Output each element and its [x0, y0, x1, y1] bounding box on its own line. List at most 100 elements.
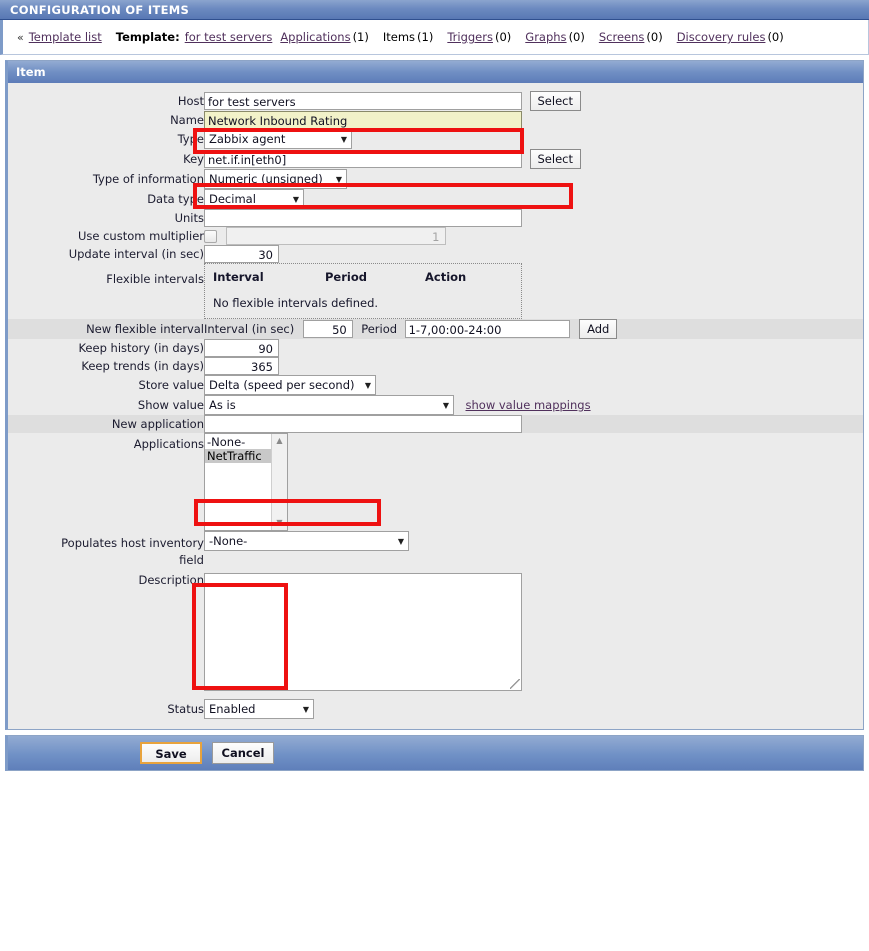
form-row-keep-history: Keep history (in days) 90 — [8, 339, 863, 357]
breadcrumb-count-discovery-rules: (0) — [767, 30, 784, 44]
flexible-intervals-empty-text: No flexible intervals defined. — [213, 296, 379, 310]
form-row-keep-trends: Keep trends (in days) 365 — [8, 357, 863, 375]
host-inventory-label-line1: Populates host inventory — [61, 536, 204, 550]
name-label: Name — [170, 113, 204, 127]
form-row-new-flexible-interval: New flexible interval Interval (in sec) … — [8, 319, 863, 339]
breadcrumb-template-label: Template: — [115, 30, 180, 44]
keep-trends-input[interactable]: 365 — [204, 357, 279, 375]
applications-scrollbar[interactable]: ▲ ▼ — [271, 434, 287, 530]
key-select-button[interactable]: Select — [529, 149, 581, 169]
custom-multiplier-input[interactable]: 1 — [225, 227, 446, 245]
host-inventory-label-line2: field — [179, 553, 204, 567]
form-row-custom-multiplier: Use custom multiplier 1 — [8, 227, 863, 245]
new-application-label: New application — [8, 415, 204, 433]
applications-options: -None- NetTraffic — [205, 434, 271, 530]
data-type-select[interactable]: Decimal — [204, 189, 304, 209]
type-label: Type — [177, 132, 204, 146]
form-row-update-interval: Update interval (in sec) 30 — [8, 245, 863, 263]
type-select[interactable]: Zabbix agent — [204, 129, 352, 149]
name-input[interactable]: Network Inbound Rating — [204, 111, 522, 129]
cancel-button[interactable]: Cancel — [212, 742, 274, 764]
applications-listbox[interactable]: -None- NetTraffic ▲ ▼ — [204, 433, 288, 531]
form-row-show-value: Show value As is show value mappings — [8, 395, 863, 415]
scroll-down-icon[interactable]: ▼ — [276, 516, 282, 530]
new-flexible-interval-label: New flexible interval — [8, 319, 204, 339]
breadcrumb-link-graphs[interactable]: Graphs — [525, 30, 566, 44]
save-button[interactable]: Save — [140, 742, 202, 764]
page-title-bar: CONFIGURATION OF ITEMS — [0, 0, 869, 20]
form-row-units: Units — [8, 209, 863, 227]
breadcrumb-count-triggers: (0) — [494, 30, 512, 44]
show-value-mappings-link[interactable]: show value mappings — [466, 398, 591, 412]
breadcrumb-current-items: Items — [382, 30, 416, 44]
applications-option-nettraffic[interactable]: NetTraffic — [205, 449, 271, 463]
store-value-select[interactable]: Delta (speed per second) — [204, 375, 376, 395]
form-row-new-application: New application — [8, 415, 863, 433]
breadcrumb: « Template list Template: for test serve… — [0, 20, 869, 55]
breadcrumb-link-applications[interactable]: Applications — [280, 30, 350, 44]
configuration-of-items-page: CONFIGURATION OF ITEMS « Template list T… — [0, 0, 869, 951]
form-row-description: Description — [8, 569, 863, 691]
units-input[interactable] — [204, 209, 522, 227]
breadcrumb-count-screens: (0) — [646, 30, 663, 44]
item-panel-header: Item — [8, 61, 863, 83]
form-row-status: Status Enabled — [8, 691, 863, 719]
form-row-type-of-information: Type of information Numeric (unsigned) — [8, 169, 863, 189]
breadcrumb-link-template-list[interactable]: Template list — [29, 30, 102, 44]
applications-label: Applications — [133, 437, 204, 451]
show-value-select[interactable]: As is — [204, 395, 454, 415]
custom-multiplier-checkbox[interactable] — [204, 229, 217, 243]
back-chevron-icon[interactable]: « — [17, 31, 24, 44]
description-label: Description — [138, 573, 205, 587]
item-panel-title: Item — [16, 65, 46, 79]
applications-option-none[interactable]: -None- — [205, 435, 271, 449]
new-flexible-interval-add-button[interactable]: Add — [579, 319, 618, 339]
form-row-host: Host for test servers Select — [8, 91, 863, 111]
new-flexible-interval-interval-input[interactable]: 50 — [302, 320, 353, 338]
store-value-label: Store value — [138, 378, 204, 392]
breadcrumb-count-items: (1) — [417, 30, 434, 44]
breadcrumb-link-screens[interactable]: Screens — [599, 30, 645, 44]
status-label: Status — [167, 702, 204, 716]
form-row-host-inventory: Populates host inventory field -None- — [8, 531, 863, 569]
flexible-intervals-col-period: Period — [325, 270, 367, 284]
item-form-body: Host for test servers Select Name Networ… — [8, 83, 863, 729]
form-row-type: Type Zabbix agent — [8, 129, 863, 149]
status-select[interactable]: Enabled — [204, 699, 314, 719]
form-row-applications: Applications -None- NetTraffic ▲ ▼ — [8, 433, 863, 531]
page-title: CONFIGURATION OF ITEMS — [10, 2, 190, 17]
breadcrumb-link-triggers[interactable]: Triggers — [447, 30, 493, 44]
custom-multiplier-label: Use custom multiplier — [77, 229, 204, 243]
host-inventory-select[interactable]: -None- — [204, 531, 409, 551]
data-type-label: Data type — [147, 192, 204, 206]
breadcrumb-link-template-name[interactable]: for test servers — [185, 30, 273, 44]
update-interval-input[interactable]: 30 — [204, 245, 279, 263]
type-of-information-select[interactable]: Numeric (unsigned) — [204, 169, 347, 189]
flexible-intervals-label: Flexible intervals — [106, 272, 204, 286]
description-textarea[interactable] — [204, 573, 522, 691]
flexible-intervals-col-action: Action — [425, 270, 467, 284]
form-row-flexible-intervals: Flexible intervals Interval Period Actio… — [8, 263, 863, 319]
new-flexible-interval-interval-label: Interval (in sec) — [204, 322, 295, 336]
flexible-intervals-box: Interval Period Action No flexible inter… — [204, 263, 522, 319]
new-flexible-interval-period-input[interactable]: 1-7,00:00-24:00 — [404, 320, 570, 338]
form-row-name: Name Network Inbound Rating — [8, 111, 863, 129]
host-select-button[interactable]: Select — [529, 91, 581, 111]
resize-grip-icon[interactable] — [510, 679, 520, 689]
keep-trends-label: Keep trends (in days) — [81, 359, 204, 373]
form-action-bar: Save Cancel — [5, 735, 864, 771]
keep-history-label: Keep history (in days) — [78, 341, 204, 355]
new-application-input[interactable] — [204, 415, 522, 433]
show-value-label: Show value — [137, 398, 204, 412]
form-row-key: Key net.if.in[eth0] Select — [8, 149, 863, 169]
keep-history-input[interactable]: 90 — [204, 339, 279, 357]
host-input[interactable]: for test servers — [204, 92, 522, 110]
item-form-panel: Item Host for test servers Select Name N… — [5, 60, 864, 730]
breadcrumb-link-discovery-rules[interactable]: Discovery rules — [677, 30, 766, 44]
breadcrumb-count-applications: (1) — [352, 30, 369, 44]
host-label: Host — [177, 94, 204, 108]
scroll-up-icon[interactable]: ▲ — [276, 434, 282, 448]
form-row-store-value: Store value Delta (speed per second) — [8, 375, 863, 395]
item-form-table: Host for test servers Select Name Networ… — [8, 91, 863, 719]
key-input[interactable]: net.if.in[eth0] — [204, 150, 522, 168]
